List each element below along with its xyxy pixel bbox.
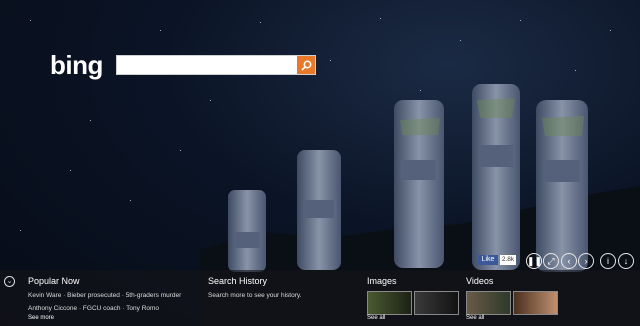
prev-icon[interactable]: ‹ (561, 253, 577, 269)
moai-statue (472, 84, 520, 270)
popular-item[interactable]: FGCU coach (83, 305, 121, 312)
expand-icon[interactable]: ⌄ (4, 276, 15, 287)
search-icon (300, 60, 311, 71)
info-icon[interactable]: i (600, 253, 616, 269)
bing-logo[interactable]: bing (50, 50, 103, 81)
search-button[interactable] (297, 56, 315, 74)
search-history-title: Search History (208, 276, 268, 286)
video-thumbnail[interactable] (513, 291, 558, 315)
moai-statue (228, 190, 266, 272)
images-title: Images (367, 276, 397, 286)
moai-statue (394, 100, 444, 268)
bottom-panel: ⌄ Popular Now Kevin Ware · Bieber prosec… (0, 270, 640, 326)
images-see-all-link[interactable]: See all (367, 315, 385, 321)
pause-icon[interactable]: ❚❚ (526, 253, 542, 269)
next-icon[interactable]: › (578, 253, 594, 269)
fullscreen-icon[interactable]: ⤢ (543, 253, 559, 269)
videos-title: Videos (466, 276, 494, 286)
popular-now-title: Popular Now (28, 276, 80, 286)
search-input[interactable] (117, 57, 297, 73)
popular-now-line-1: Kevin Ware · Bieber prosecuted · 5th-gra… (28, 292, 182, 299)
see-more-link[interactable]: See more (28, 315, 54, 321)
download-icon[interactable]: ↓ (618, 253, 634, 269)
video-thumbnail[interactable] (466, 291, 511, 315)
popular-item[interactable]: 5th-graders murder (126, 292, 182, 299)
moai-statue (297, 150, 341, 270)
popular-item[interactable]: Tony Romo (126, 305, 159, 312)
homepage: bing Like 2.8k ❚❚ ⤢ ‹ › i ↓ ⌄ Popular No… (0, 0, 640, 326)
like-count: 2.8k (500, 255, 516, 265)
popular-item[interactable]: Kevin Ware (28, 292, 61, 299)
videos-see-all-link[interactable]: See all (466, 315, 484, 321)
search-history-text: Search more to see your history. (208, 292, 302, 299)
popular-now-line-2: Anthony Ciccone · FGCU coach · Tony Romo (28, 305, 160, 312)
facebook-like-button[interactable]: Like (478, 255, 498, 265)
search-box (116, 55, 316, 75)
popular-item[interactable]: Anthony Ciccone (28, 305, 77, 312)
image-thumbnail[interactable] (367, 291, 412, 315)
popular-item[interactable]: Bieber prosecuted (67, 292, 120, 299)
moai-statue (536, 100, 588, 272)
image-thumbnail[interactable] (414, 291, 459, 315)
